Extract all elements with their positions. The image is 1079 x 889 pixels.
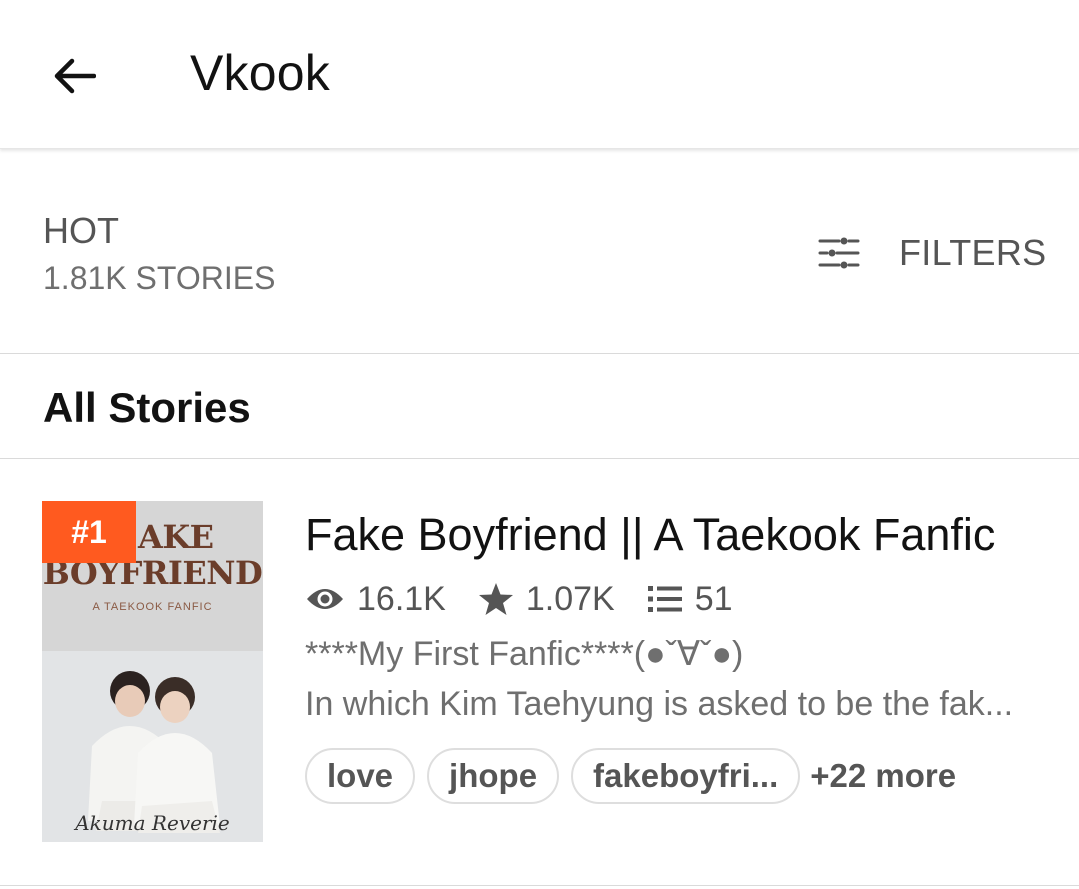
votes-count: 1.07K [525, 579, 615, 618]
votes-stat: 1.07K [478, 580, 615, 619]
tag-chip[interactable]: fakeboyfri... [571, 748, 801, 804]
back-button[interactable] [46, 50, 102, 102]
cover-author: Akuma Reverie [75, 811, 230, 835]
story-stats: 16.1K 1.07K 51 [305, 577, 765, 621]
tag-chip[interactable]: jhope [427, 748, 560, 804]
tag-list: love jhope fakeboyfri... +22 more [305, 748, 956, 804]
list-icon [647, 586, 682, 612]
story-description: In which Kim Taehyung is asked to be the… [305, 685, 1014, 723]
reads-count: 16.1K [357, 579, 446, 618]
more-tags-link[interactable]: +22 more [810, 757, 956, 795]
story-teaser: ****My First Fanfic****(●ˇ∀ˇ●) [305, 635, 744, 673]
story-count: 1.81K STORIES [43, 260, 276, 296]
cover-subtitle: A TAEKOOK FANFIC [92, 601, 213, 613]
parts-stat: 51 [647, 580, 733, 619]
parts-count: 51 [694, 579, 733, 618]
story-title[interactable]: Fake Boyfriend || A Taekook Fanfic [305, 509, 995, 561]
list-header: HOT 1.81K STORIES FILTERS [0, 149, 1079, 354]
sliders-icon [818, 237, 860, 269]
section-header: All Stories [0, 354, 1079, 459]
reads-stat: 16.1K [305, 580, 446, 619]
filters-label: FILTERS [899, 232, 1047, 273]
filters-button[interactable]: FILTERS [817, 229, 1046, 277]
story-card[interactable]: AKE BOYFRIEND A TAEKOOK FANFIC Akuma Rev… [0, 459, 1079, 886]
eye-icon [307, 589, 343, 609]
rank-badge: #1 [42, 501, 136, 563]
sort-label: HOT [43, 210, 119, 251]
star-icon [478, 583, 513, 615]
page-title: Vkook [190, 45, 330, 101]
arrow-left-icon [54, 58, 96, 94]
section-title: All Stories [43, 384, 251, 431]
tag-chip[interactable]: love [305, 748, 416, 804]
app-bar: Vkook [0, 0, 1079, 149]
